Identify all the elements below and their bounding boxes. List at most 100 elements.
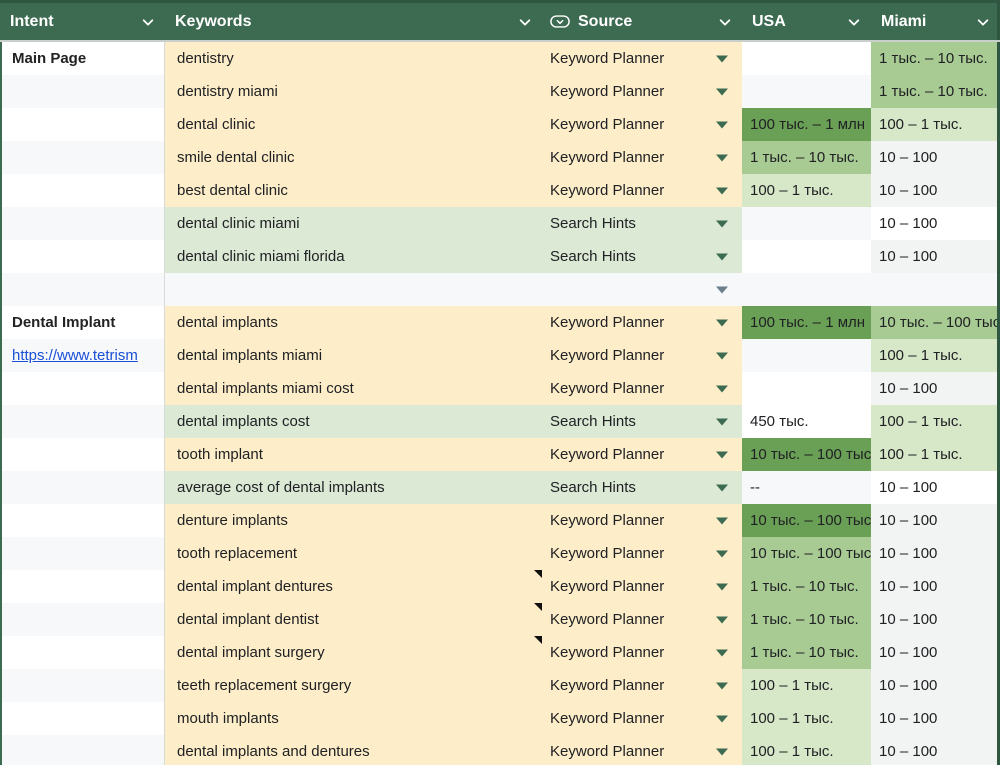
source-cell[interactable]: Keyword Planner — [542, 306, 742, 339]
source-dropdown-icon[interactable] — [716, 748, 728, 755]
miami-volume-cell[interactable]: 10 – 100 — [871, 207, 1000, 240]
usa-volume-cell[interactable]: 100 тыс. – 1 млн — [742, 306, 871, 339]
column-header-keywords[interactable]: Keywords — [165, 3, 542, 40]
intent-cell[interactable] — [0, 240, 165, 273]
intent-cell[interactable]: Main Page — [0, 42, 165, 75]
intent-cell[interactable] — [0, 537, 165, 570]
usa-volume-cell[interactable] — [742, 42, 871, 75]
source-dropdown-icon[interactable] — [716, 484, 728, 491]
chevron-down-icon[interactable] — [141, 15, 155, 29]
source-dropdown-icon[interactable] — [716, 220, 728, 227]
usa-volume-cell[interactable] — [742, 75, 871, 108]
miami-volume-cell[interactable]: 1 тыс. – 10 тыс. — [871, 75, 1000, 108]
source-cell[interactable]: Search Hints — [542, 240, 742, 273]
source-cell[interactable]: Keyword Planner — [542, 339, 742, 372]
source-dropdown-icon[interactable] — [716, 682, 728, 689]
intent-cell[interactable] — [0, 174, 165, 207]
table-row[interactable]: dental clinic miamiSearch Hints10 – 100 — [0, 207, 1000, 240]
keyword-cell[interactable] — [165, 273, 542, 306]
keyword-cell[interactable]: dental implants — [165, 306, 542, 339]
source-cell[interactable] — [542, 273, 742, 306]
usa-volume-cell[interactable]: 100 – 1 тыс. — [742, 735, 871, 765]
table-row[interactable]: mouth implantsKeyword Planner100 – 1 тыс… — [0, 702, 1000, 735]
source-dropdown-icon[interactable] — [716, 550, 728, 557]
keyword-cell[interactable]: best dental clinic — [165, 174, 542, 207]
source-cell[interactable]: Keyword Planner — [542, 735, 742, 765]
usa-volume-cell[interactable]: 1 тыс. – 10 тыс. — [742, 636, 871, 669]
usa-volume-cell[interactable] — [742, 240, 871, 273]
miami-volume-cell[interactable]: 10 – 100 — [871, 669, 1000, 702]
usa-volume-cell[interactable] — [742, 372, 871, 405]
intent-cell[interactable] — [0, 735, 165, 765]
column-header-miami[interactable]: Miami — [871, 3, 1000, 40]
miami-volume-cell[interactable]: 100 – 1 тыс. — [871, 339, 1000, 372]
table-row[interactable]: dental clinicKeyword Planner100 тыс. – 1… — [0, 108, 1000, 141]
comment-marker-icon[interactable] — [534, 570, 542, 578]
table-row[interactable]: dental implants miami costKeyword Planne… — [0, 372, 1000, 405]
keyword-cell[interactable]: dentistry miami — [165, 75, 542, 108]
table-row[interactable]: dentistry miamiKeyword Planner1 тыс. – 1… — [0, 75, 1000, 108]
table-row[interactable]: tooth replacementKeyword Planner10 тыс. … — [0, 537, 1000, 570]
keyword-cell[interactable]: dentistry — [165, 42, 542, 75]
intent-cell[interactable] — [0, 471, 165, 504]
miami-volume-cell[interactable]: 10 – 100 — [871, 570, 1000, 603]
intent-cell[interactable] — [0, 669, 165, 702]
source-dropdown-icon[interactable] — [716, 55, 728, 62]
column-header-source[interactable]: Source — [542, 3, 742, 40]
intent-cell[interactable] — [0, 570, 165, 603]
source-cell[interactable]: Keyword Planner — [542, 42, 742, 75]
intent-cell[interactable] — [0, 75, 165, 108]
usa-volume-cell[interactable]: 100 тыс. – 1 млн — [742, 108, 871, 141]
intent-cell[interactable] — [0, 108, 165, 141]
table-row[interactable] — [0, 273, 1000, 306]
source-dropdown-icon[interactable] — [716, 352, 728, 359]
source-cell[interactable]: Keyword Planner — [542, 603, 742, 636]
source-cell[interactable]: Keyword Planner — [542, 570, 742, 603]
miami-volume-cell[interactable]: 10 – 100 — [871, 174, 1000, 207]
source-cell[interactable]: Keyword Planner — [542, 702, 742, 735]
intent-cell[interactable] — [0, 207, 165, 240]
usa-volume-cell[interactable]: 100 – 1 тыс. — [742, 174, 871, 207]
source-dropdown-icon[interactable] — [716, 649, 728, 656]
miami-volume-cell[interactable]: 10 – 100 — [871, 372, 1000, 405]
intent-cell[interactable] — [0, 273, 165, 306]
source-cell[interactable]: Keyword Planner — [542, 438, 742, 471]
keyword-cell[interactable]: teeth replacement surgery — [165, 669, 542, 702]
table-row[interactable]: tooth implantKeyword Planner10 тыс. – 10… — [0, 438, 1000, 471]
source-dropdown-icon[interactable] — [716, 88, 728, 95]
source-cell[interactable]: Keyword Planner — [542, 636, 742, 669]
keyword-cell[interactable]: smile dental clinic — [165, 141, 542, 174]
source-dropdown-icon[interactable] — [716, 187, 728, 194]
usa-volume-cell[interactable]: -- — [742, 471, 871, 504]
chevron-down-icon[interactable] — [518, 15, 532, 29]
intent-cell[interactable] — [0, 702, 165, 735]
source-cell[interactable]: Keyword Planner — [542, 141, 742, 174]
chevron-down-icon[interactable] — [718, 15, 732, 29]
column-header-intent[interactable]: Intent — [0, 3, 165, 40]
source-cell[interactable]: Search Hints — [542, 405, 742, 438]
keyword-cell[interactable]: dental clinic miami florida — [165, 240, 542, 273]
source-dropdown-icon[interactable] — [716, 715, 728, 722]
miami-volume-cell[interactable]: 10 тыс. – 100 тыс. — [871, 306, 1000, 339]
usa-volume-cell[interactable]: 10 тыс. – 100 тыс. — [742, 537, 871, 570]
table-row[interactable]: dental implants costSearch Hints450 тыс.… — [0, 405, 1000, 438]
keyword-cell[interactable]: dental implant dentures — [165, 570, 542, 603]
keyword-cell[interactable]: tooth replacement — [165, 537, 542, 570]
usa-volume-cell[interactable]: 1 тыс. – 10 тыс. — [742, 570, 871, 603]
keyword-cell[interactable]: dental implants and dentures — [165, 735, 542, 765]
usa-volume-cell[interactable] — [742, 273, 871, 306]
miami-volume-cell[interactable] — [871, 273, 1000, 306]
intent-cell[interactable] — [0, 405, 165, 438]
miami-volume-cell[interactable]: 100 – 1 тыс. — [871, 108, 1000, 141]
keyword-cell[interactable]: dental clinic — [165, 108, 542, 141]
chevron-down-icon[interactable] — [847, 15, 861, 29]
table-row[interactable]: smile dental clinicKeyword Planner1 тыс.… — [0, 141, 1000, 174]
keyword-cell[interactable]: average cost of dental implants — [165, 471, 542, 504]
intent-cell[interactable] — [0, 372, 165, 405]
source-cell[interactable]: Keyword Planner — [542, 504, 742, 537]
table-row[interactable]: https://www.tetrismdental implants miami… — [0, 339, 1000, 372]
usa-volume-cell[interactable]: 10 тыс. – 100 тыс. — [742, 438, 871, 471]
miami-volume-cell[interactable]: 10 – 100 — [871, 504, 1000, 537]
source-dropdown-icon[interactable] — [716, 418, 728, 425]
usa-volume-cell[interactable]: 100 – 1 тыс. — [742, 702, 871, 735]
